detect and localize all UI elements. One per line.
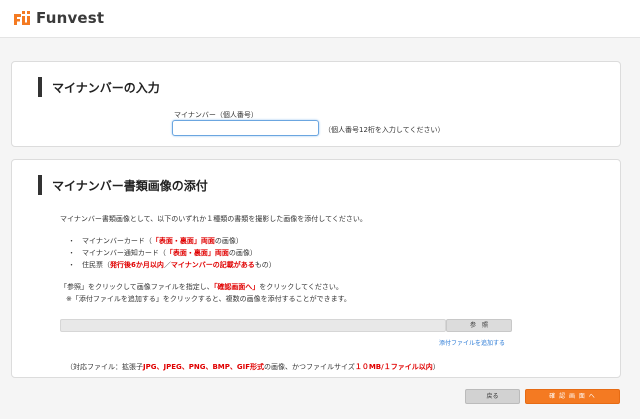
instruction-sub-line: ※「添付ファイルを追加する」をクリックすると、複数の画像を添付することができます… [66,295,351,303]
supported-filetypes: （対応ファイル：拡張子JPG、JPEG、PNG、BMP、GIF形式の画像、かつフ… [66,363,440,371]
section-title-text: マイナンバー書類画像の添付 [52,178,208,193]
add-attachment-link[interactable]: 添付ファイルを追加する [439,338,505,347]
list-item: ・ 住民票（ 発行後6か月以内／マイナンバーの記載がある もの） [68,261,276,269]
mynumber-input[interactable] [172,120,319,136]
mynumber-hint: （個人番号12桁を入力してください） [324,126,445,134]
back-button[interactable]: 戻る [465,389,520,404]
browse-button[interactable]: 参 照 [446,319,512,332]
mynumber-field-label: マイナンバー（個人番号） [174,111,258,119]
brand-name: Funvest [36,9,105,27]
title-bar [38,175,42,195]
brand-logo[interactable]: Funvest [13,9,104,27]
attach-description: マイナンバー書類画像として、以下のいずれか１種類の書類を撮影した画像を添付してく… [60,215,367,223]
section-title: マイナンバー書類画像の添付 [38,175,208,195]
confirm-button[interactable]: 確 認 画 面 へ [525,389,620,404]
list-item: ・ マイナンバー通知カード（ 「表面・裏面」両面 の画像） [68,249,257,257]
list-item: ・ マイナンバーカード（ 「表面・裏面」両面 の画像） [68,237,243,245]
mynumber-input-card: マイナンバーの入力 マイナンバー（個人番号） （個人番号12桁を入力してください… [11,61,621,147]
section-title-text: マイナンバーの入力 [52,80,160,95]
file-path-field[interactable] [60,319,446,332]
title-bar [38,77,42,97]
document-attach-card: マイナンバー書類画像の添付 マイナンバー書類画像として、以下のいずれか１種類の書… [11,159,621,378]
document-list: ・ マイナンバーカード（ 「表面・裏面」両面 の画像） ・ マイナンバー通知カード（… [68,235,276,271]
site-header: Funvest [0,0,640,38]
section-title: マイナンバーの入力 [38,77,160,97]
funvest-logo-icon [14,11,30,25]
attach-instructions: 「参照」をクリックして画像ファイルを指定し、「確認画面へ」をクリックしてください… [60,281,351,305]
instruction-line: 「参照」をクリックして画像ファイルを指定し、「確認画面へ」をクリックしてください… [60,283,343,291]
